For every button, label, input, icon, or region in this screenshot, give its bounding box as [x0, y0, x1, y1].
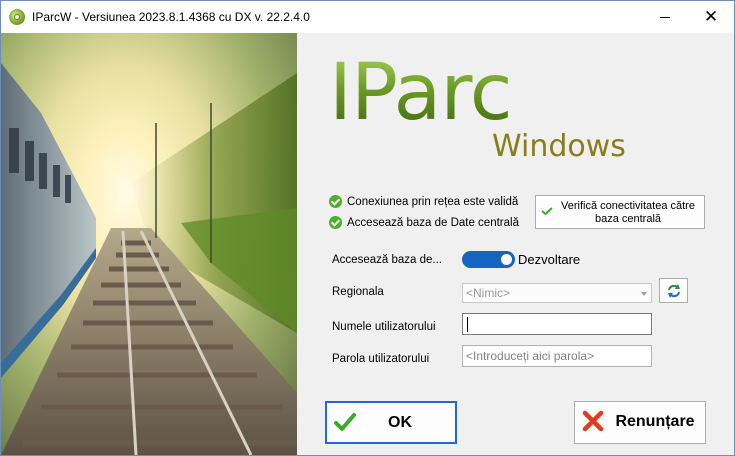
close-button[interactable]: ✕	[688, 1, 734, 33]
network-status-label: Conexiunea prin rețea este validă	[347, 195, 519, 208]
cancel-button[interactable]: Renunțare	[574, 401, 706, 444]
regional-label: Regionala	[332, 286, 384, 298]
cancel-x-icon	[582, 410, 604, 432]
login-panel: IParc Windows Conexiunea prin rețea este…	[297, 33, 734, 455]
verify-connectivity-button[interactable]: Verifică conectivitatea către baza centr…	[535, 195, 705, 229]
title-bar[interactable]: IParcW - Versiunea 2023.8.1.4368 cu DX v…	[1, 1, 734, 33]
username-label: Numele utilizatorului	[332, 321, 436, 333]
check-icon	[541, 207, 553, 215]
app-icon	[9, 9, 25, 25]
verify-connectivity-label: Verifică conectivitatea către baza centr…	[561, 200, 695, 225]
password-placeholder: <Introduceți aici parola>	[466, 349, 595, 363]
password-label: Parola utilizatorului	[332, 353, 430, 365]
close-icon: ✕	[703, 7, 719, 26]
logo-windows: Windows	[492, 129, 626, 164]
check-circle-icon	[329, 216, 342, 229]
cancel-label: Renunțare	[615, 413, 695, 430]
refresh-icon	[667, 283, 680, 298]
window-title: IParcW - Versiunea 2023.8.1.4368 cu DX v…	[32, 10, 310, 24]
text-caret	[467, 317, 468, 332]
username-field[interactable]	[462, 313, 652, 335]
minimize-button[interactable]	[642, 1, 688, 33]
minimize-icon	[660, 16, 670, 18]
password-field[interactable]: <Introduceți aici parola>	[462, 345, 652, 367]
regional-select[interactable]: <Nimic>	[462, 283, 652, 303]
network-status: Conexiunea prin rețea este validă	[329, 195, 518, 208]
ok-button[interactable]: OK	[325, 401, 457, 444]
access-db-toggle[interactable]	[462, 251, 515, 268]
regional-select-value: <Nimic>	[466, 286, 511, 300]
login-window: IParcW - Versiunea 2023.8.1.4368 cu DX v…	[0, 0, 735, 456]
database-status: Accesează baza de Date centrală	[329, 216, 519, 229]
railway-photo	[1, 33, 297, 455]
refresh-regional-button[interactable]	[659, 278, 688, 303]
chevron-down-icon	[641, 292, 647, 296]
database-status-label: Accesează baza de Date centrală	[347, 216, 519, 229]
check-circle-icon	[329, 195, 342, 208]
access-db-toggle-label: Dezvoltare	[518, 252, 581, 267]
ok-label: OK	[388, 414, 412, 431]
check-icon	[334, 413, 356, 431]
access-db-label: Accesează baza de...	[332, 254, 442, 266]
logo-iparc: IParc	[329, 48, 513, 138]
